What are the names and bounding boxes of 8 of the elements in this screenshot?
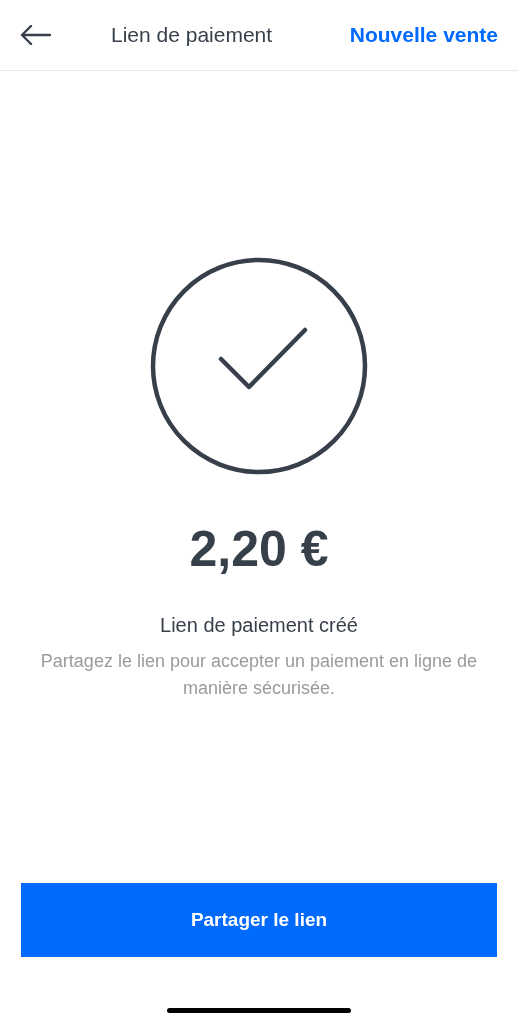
success-heading: Lien de paiement créé [160,613,358,638]
page-title: Lien de paiement [111,22,273,49]
share-link-button[interactable]: Partager le lien [21,883,497,957]
new-sale-link[interactable]: Nouvelle vente [349,19,498,51]
checkmark-circle-icon [150,257,368,475]
info-message: Partagez le lien pour accepter un paiement en ligne de manière sécurisée. [39,650,479,700]
amount-text: 2,20 € [189,520,329,579]
back-arrow-icon[interactable] [20,25,51,45]
